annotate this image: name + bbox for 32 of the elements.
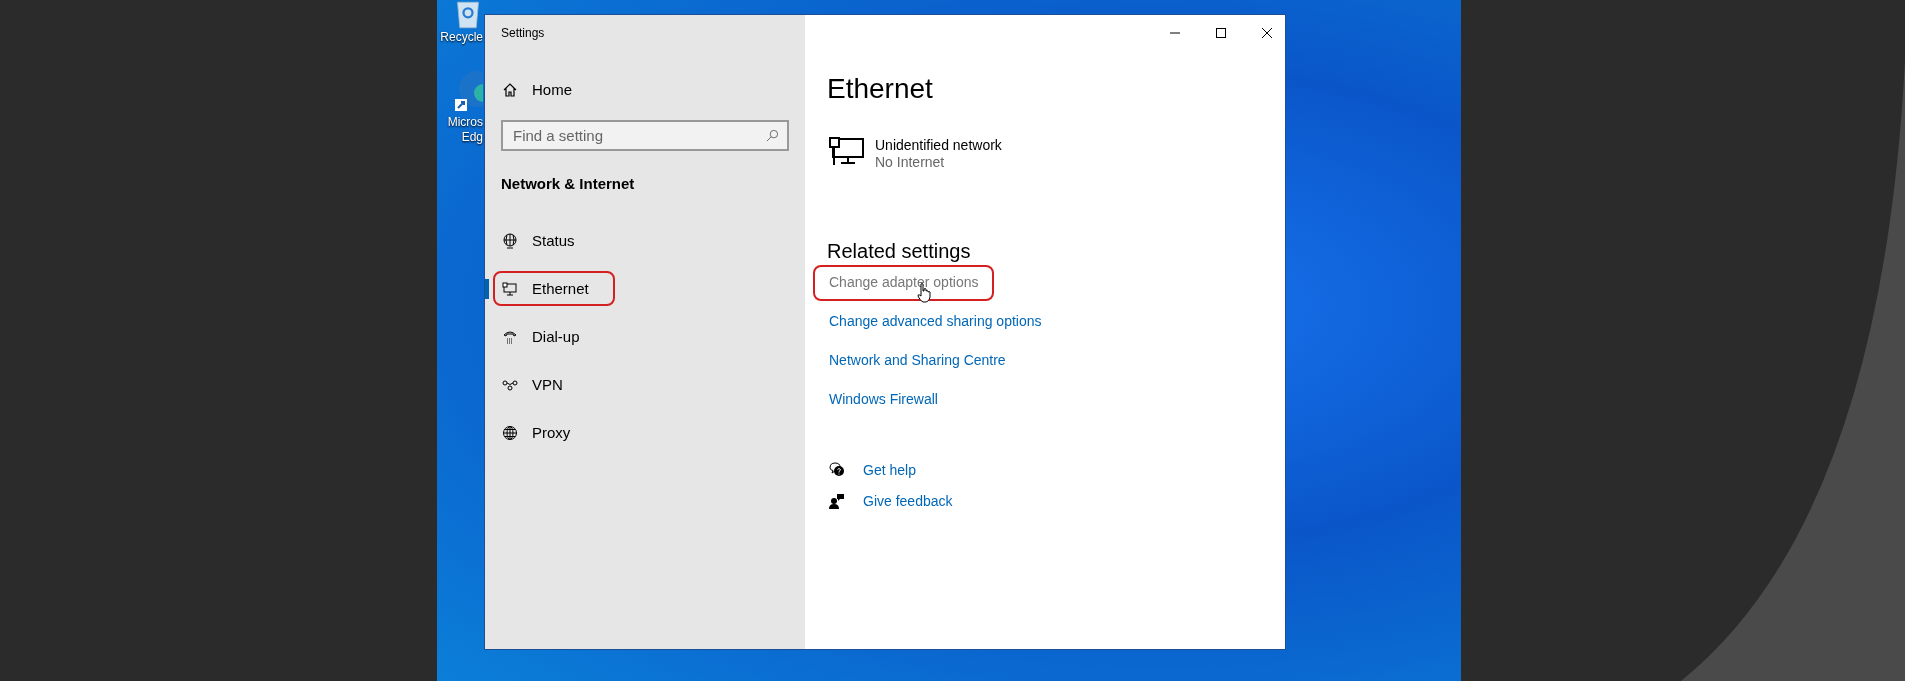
network-name: Unidentified network <box>875 137 1002 153</box>
search-field[interactable]: Find a setting <box>501 120 789 151</box>
help-chat-icon <box>829 462 845 478</box>
globe-monitor-icon <box>502 232 518 249</box>
network-status: No Internet <box>875 154 946 170</box>
settings-link[interactable]: Network and Sharing Centre <box>813 343 1022 379</box>
section-heading: Network & Internet <box>501 175 635 192</box>
nav-item[interactable]: Proxy <box>493 415 597 450</box>
phone-icon <box>502 328 518 345</box>
home-nav-item[interactable]: Home <box>501 81 572 98</box>
monitor-icon <box>502 280 518 297</box>
nav-item[interactable]: Dial-up <box>493 319 606 354</box>
settings-link[interactable]: Change advanced sharing options <box>813 304 1058 340</box>
section-heading: Related settings <box>827 240 971 263</box>
globe-icon <box>502 424 518 441</box>
page-heading: Ethernet <box>827 73 933 105</box>
monitor-icon <box>829 137 865 165</box>
maximize-icon[interactable] <box>1215 27 1227 39</box>
highlighted-nav-item[interactable]: Ethernet <box>493 271 615 306</box>
search-icon <box>766 129 779 142</box>
settings-link[interactable]: Windows Firewall <box>813 382 954 418</box>
nav-item[interactable]: Status <box>493 223 601 258</box>
window-title: Settings <box>501 26 545 40</box>
home-icon <box>502 81 518 98</box>
help-link[interactable]: Get help <box>863 462 916 478</box>
nav-item[interactable]: VPN <box>493 367 589 402</box>
person-feedback-icon <box>829 493 845 509</box>
desktop-icon-label: Edg <box>461 130 483 145</box>
help-link[interactable]: Give feedback <box>863 493 953 509</box>
desktop-icon-label: Recycle <box>440 30 483 45</box>
desktop-icon-label: Micros <box>447 115 483 130</box>
close-icon[interactable] <box>1261 27 1273 39</box>
